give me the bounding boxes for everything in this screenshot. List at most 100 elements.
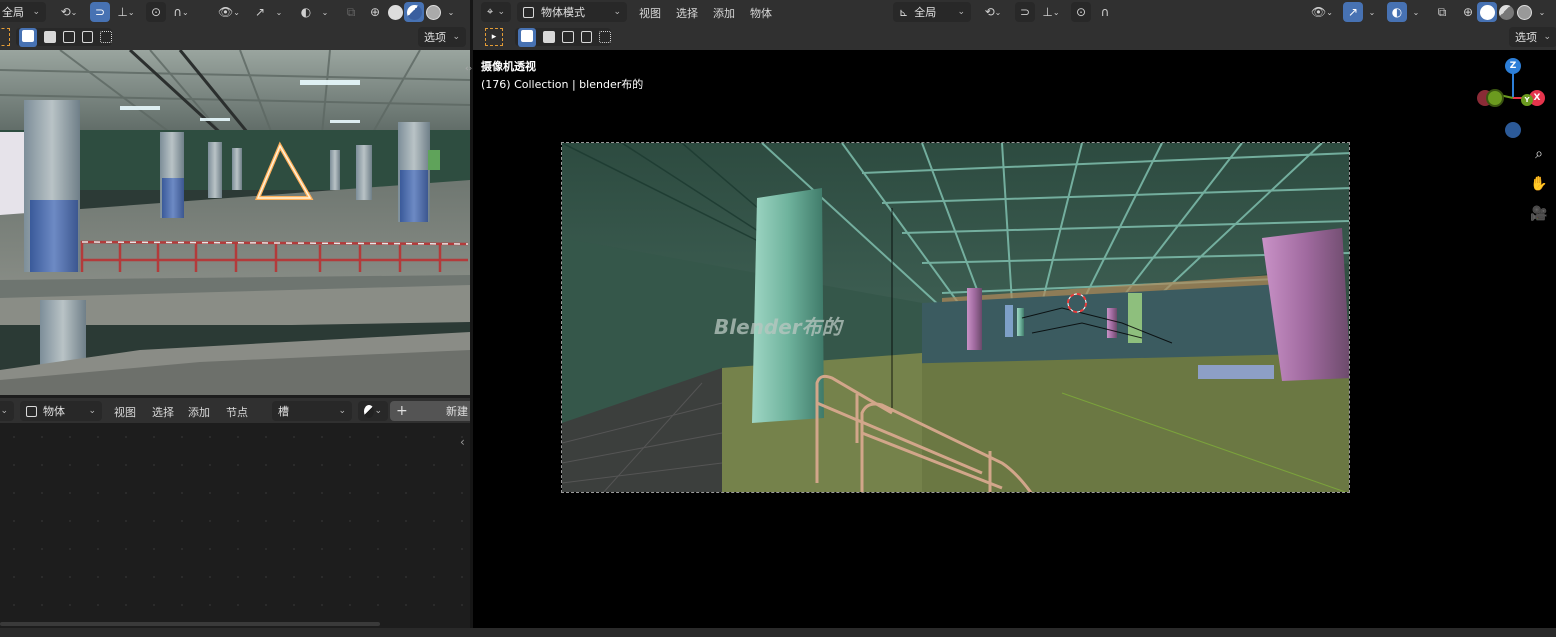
interaction-mode-label: 物体模式 xyxy=(541,6,585,19)
orientation-axes-icon: ⊾ xyxy=(899,5,909,19)
select-extend-icon[interactable] xyxy=(44,31,56,43)
left-transform-orientation-dropdown[interactable]: 全局 ⌄ xyxy=(0,2,46,22)
select-tool-icon[interactable]: ▸ xyxy=(485,28,503,46)
view-name-text: 摄像机透视 xyxy=(481,60,536,73)
gizmo-y-axis[interactable]: Y xyxy=(1521,94,1533,106)
menu-select[interactable]: 选择 xyxy=(676,5,698,21)
falloff-icon[interactable]: ∩ xyxy=(1093,2,1117,22)
chevron-down-icon: ⌄ xyxy=(32,7,40,17)
new-material-button[interactable]: + 新建 xyxy=(390,401,474,421)
material-shading-icon[interactable] xyxy=(1497,2,1515,22)
visibility-eye-icon[interactable]: 👁 ⌄ xyxy=(214,2,244,22)
xray-toggle-icon[interactable]: ⧉ xyxy=(1433,2,1451,22)
slot-label: 槽 xyxy=(278,405,289,418)
editor-type-3d-dropdown[interactable]: ⌖ ⌄ xyxy=(481,2,511,22)
chevron-down-icon: ⌄ xyxy=(338,406,346,416)
chevron-down-icon: ⌄ xyxy=(497,7,505,17)
select-mode-group xyxy=(515,27,611,47)
node-menu-select[interactable]: 选择 xyxy=(152,404,174,420)
menu-object[interactable]: 物体 xyxy=(750,5,772,21)
solid-shading-icon[interactable] xyxy=(386,2,404,22)
gizmo-z-label: Z xyxy=(1509,61,1517,71)
editor-type-dropdown[interactable]: ⌄ xyxy=(0,401,14,421)
gizmo-dropdown-icon[interactable]: ⌄ xyxy=(1365,2,1379,22)
chevron-down-icon: ⌄ xyxy=(613,7,621,17)
new-material-label: 新建 xyxy=(446,405,468,418)
xray-toggle-icon[interactable]: ⧉ xyxy=(342,2,360,22)
editor-3d-icon: ⌖ xyxy=(487,5,494,18)
pan-hand-icon[interactable]: ✋ xyxy=(1527,172,1551,196)
menu-add[interactable]: 添加 xyxy=(713,5,735,21)
chevron-down-icon: ⌄ xyxy=(374,406,382,416)
right-options-dropdown[interactable]: 选项 ⌄ xyxy=(1509,27,1556,47)
watermark-text: Blender布的 xyxy=(714,315,842,339)
select-intersect-icon[interactable] xyxy=(100,31,112,43)
node-menu-view[interactable]: 视图 xyxy=(114,404,136,420)
select-subtract-icon[interactable] xyxy=(62,31,75,43)
falloff-icon[interactable]: ∩ ⌄ xyxy=(168,2,194,22)
node-menu-add[interactable]: 添加 xyxy=(188,404,210,420)
material-browse-dropdown[interactable]: ⌄ xyxy=(358,401,388,421)
zoom-magnifier-icon[interactable]: ⌕ xyxy=(1527,142,1551,166)
shading-dropdown-icon[interactable]: ⌄ xyxy=(1535,2,1549,22)
gizmo-x-label: X xyxy=(1533,93,1541,103)
select-tool-icon[interactable] xyxy=(0,28,10,46)
plus-icon: + xyxy=(396,403,408,419)
select-subtract-icon[interactable] xyxy=(561,31,574,43)
status-bar xyxy=(0,628,1556,637)
overlay-dropdown-icon[interactable]: ⌄ xyxy=(1409,2,1423,22)
gizmo-toggle-icon[interactable]: ↗ xyxy=(250,2,270,22)
wireframe-shading-icon[interactable]: ⊕ xyxy=(1459,2,1477,22)
camera-viewport[interactable]: 摄像机透视 (176) Collection | blender布的 Blend… xyxy=(473,50,1556,628)
select-new-icon[interactable] xyxy=(518,27,536,47)
shading-dropdown-icon[interactable]: ⌄ xyxy=(444,2,458,22)
gizmo-neg-z-axis[interactable] xyxy=(1505,122,1521,138)
rendered-shading-icon[interactable] xyxy=(424,2,442,22)
wireframe-shading-icon[interactable]: ⊕ xyxy=(366,2,384,22)
right-transform-orientation-dropdown[interactable]: ⊾ 全局 ⌄ xyxy=(893,2,971,22)
snap-toggle-icon[interactable]: ⊃ xyxy=(90,2,110,22)
interaction-mode-dropdown[interactable]: 物体模式 ⌄ xyxy=(517,2,627,22)
left-transform-orientation-label: 全局 xyxy=(2,6,24,19)
node-menu-node[interactable]: 节点 xyxy=(226,404,248,420)
visibility-eye-icon[interactable]: 👁 ⌄ xyxy=(1307,2,1337,22)
right-tool-header: ▸ 选项 ⌄ xyxy=(473,24,1556,50)
node-editor-canvas[interactable]: ‹ xyxy=(0,423,470,628)
select-invert-icon[interactable] xyxy=(81,31,94,43)
slot-dropdown[interactable]: 槽 ⌄ xyxy=(272,401,352,421)
gizmo-z-axis[interactable]: Z xyxy=(1505,58,1521,74)
right-viewport-header: ⌖ ⌄ 物体模式 ⌄ 视图 选择 添加 物体 ⊾ 全局 ⌄ ⟲ ⌄ ⊃ ⊥ ⌄ ⊙ ∩… xyxy=(473,0,1556,24)
gizmo-dropdown-icon[interactable]: ⌄ xyxy=(272,2,286,22)
snap-target-icon[interactable]: ⊥ ⌄ xyxy=(1037,2,1065,22)
collapse-sidebar-arrow-icon[interactable]: ‹ xyxy=(460,435,465,449)
gizmo-neg-y-axis[interactable] xyxy=(1486,89,1504,107)
snap-toggle-icon[interactable]: ⊃ xyxy=(1015,2,1035,22)
menu-view[interactable]: 视图 xyxy=(639,5,661,21)
pivot-point-icon[interactable]: ⟲ ⌄ xyxy=(979,2,1007,22)
select-extend-icon[interactable] xyxy=(543,31,555,43)
object-cube-icon xyxy=(26,405,37,417)
gizmo-y-label: Y xyxy=(1524,96,1530,104)
node-object-type-dropdown[interactable]: 物体 ⌄ xyxy=(20,401,102,421)
select-intersect-icon[interactable] xyxy=(599,31,611,43)
node-editor-scrollbar[interactable] xyxy=(0,622,380,626)
proportional-edit-icon[interactable]: ⊙ xyxy=(1071,2,1091,22)
proportional-edit-icon[interactable]: ⊙ xyxy=(146,2,166,22)
overlay-toggle-icon[interactable]: ◐ xyxy=(296,2,316,22)
camera-view-icon[interactable]: 🎥 xyxy=(1527,202,1551,226)
overlay-toggle-icon[interactable]: ◐ xyxy=(1387,2,1407,22)
navigation-gizmo[interactable]: Z X Y xyxy=(1473,56,1553,146)
solid-shaded-scene xyxy=(562,143,1349,492)
snap-target-icon[interactable]: ⊥ ⌄ xyxy=(112,2,140,22)
expand-arrow-icon[interactable]: ‹› xyxy=(465,64,472,74)
left-rendered-viewport[interactable] xyxy=(0,50,470,395)
rendered-shading-icon[interactable] xyxy=(1515,2,1533,22)
pivot-point-icon[interactable]: ⟲ ⌄ xyxy=(56,2,82,22)
overlay-dropdown-icon[interactable]: ⌄ xyxy=(318,2,332,22)
select-invert-icon[interactable] xyxy=(580,31,593,43)
select-new-icon[interactable] xyxy=(19,27,37,47)
left-options-dropdown[interactable]: 选项 ⌄ xyxy=(418,27,466,47)
material-shading-icon[interactable] xyxy=(404,2,424,22)
solid-shading-icon[interactable] xyxy=(1477,2,1497,22)
gizmo-toggle-icon[interactable]: ↗ xyxy=(1343,2,1363,22)
